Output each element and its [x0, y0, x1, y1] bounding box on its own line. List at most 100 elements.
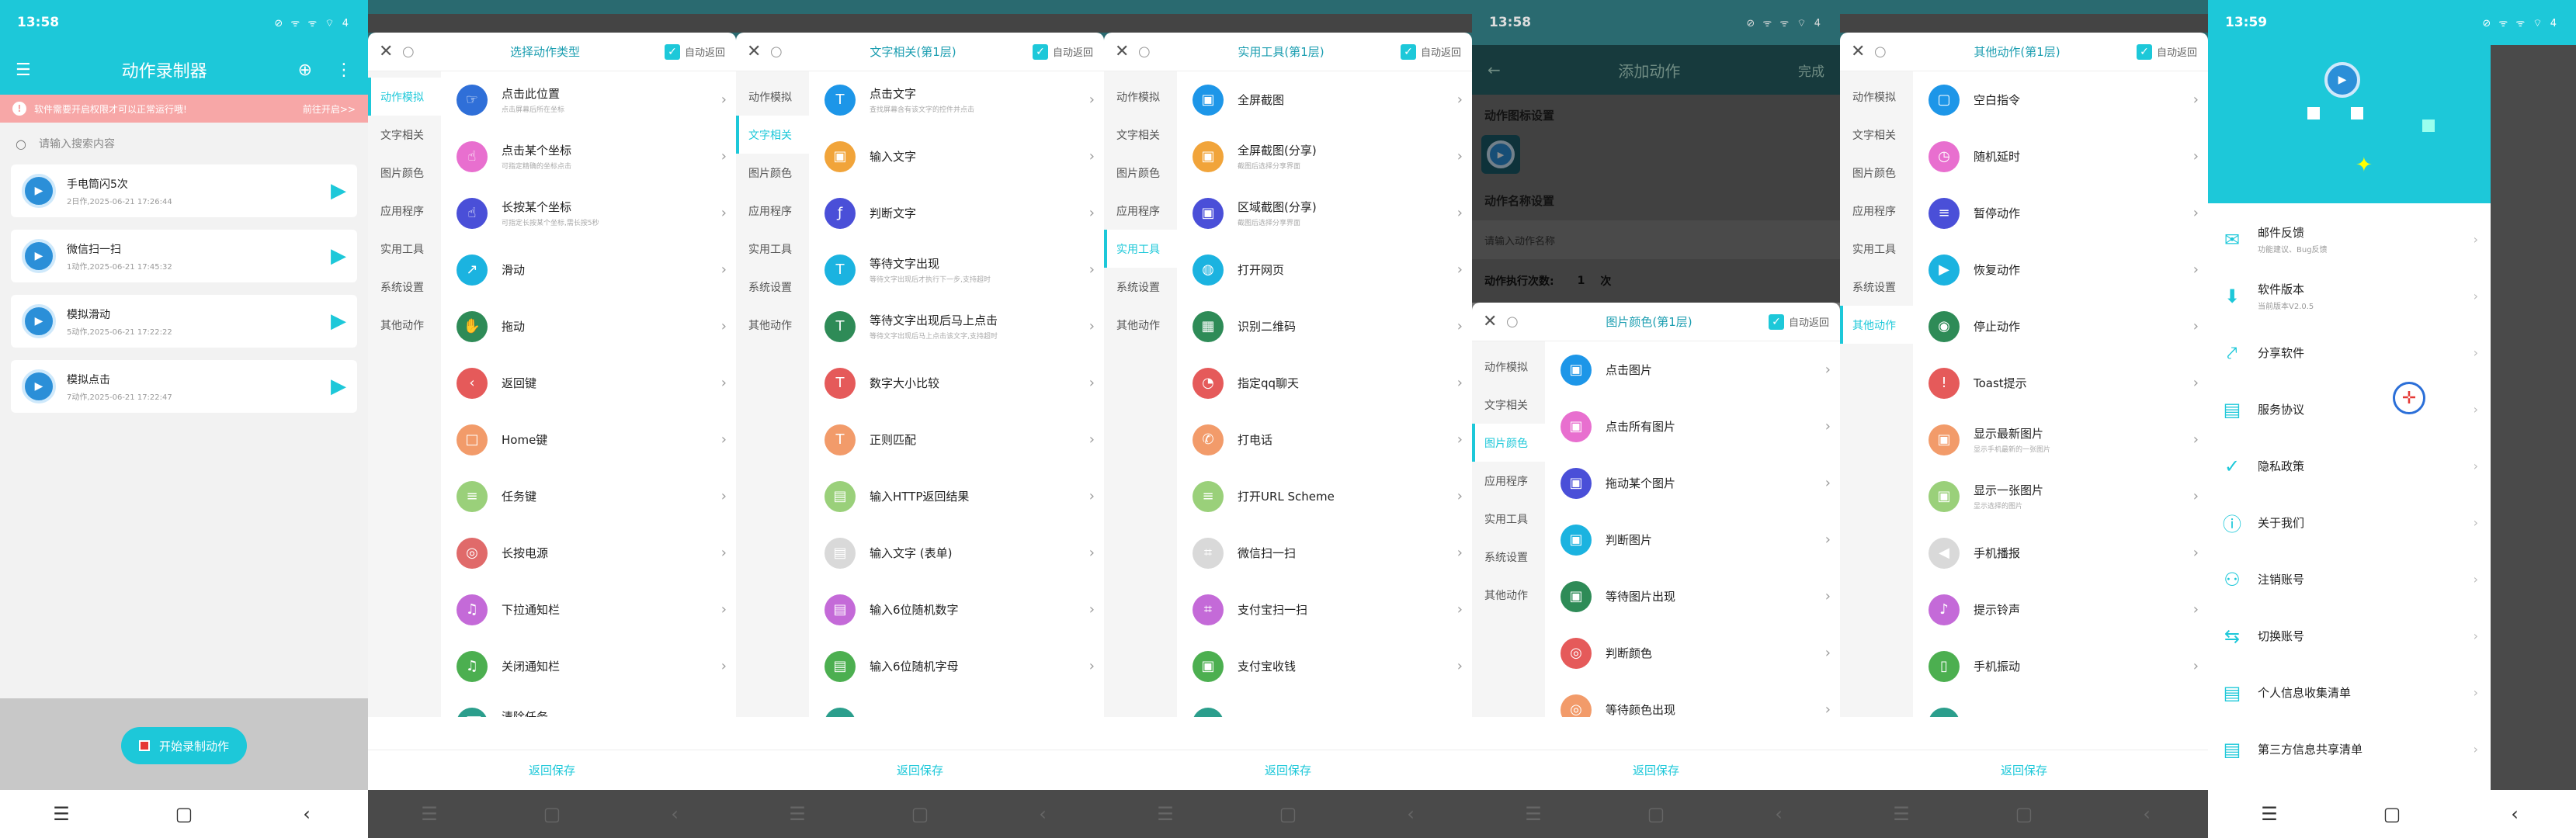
category-tab[interactable]: 动作模拟 [1472, 348, 1545, 386]
category-tab[interactable]: 动作模拟 [1840, 78, 1913, 116]
search-icon[interactable]: ○ [1874, 43, 1897, 60]
action-item[interactable]: ▣ 输入文字 › [809, 128, 1104, 185]
action-item[interactable]: ◎ 判断颜色 › [1545, 625, 1840, 681]
action-item[interactable]: T 等待文字出现后马上点击 等待文字出现后马上点击该文字,支持超时 › [809, 298, 1104, 355]
category-tab[interactable]: 其他动作 [736, 306, 809, 344]
record-card[interactable]: ▶ 微信扫一扫 1动作,2025-06-21 17:45:32 ▶ [11, 230, 357, 282]
action-item[interactable]: ▣ 显示一张图片 显示选择的图片 › [1913, 468, 2208, 525]
nav-menu-icon[interactable]: ☰ [774, 803, 821, 825]
record-card[interactable]: ▶ 手电筒闪5次 2日作,2025-06-21 17:26:44 ▶ [11, 164, 357, 217]
action-item[interactable]: ▣ 点击图片 › [1545, 341, 1840, 398]
action-item[interactable]: ▶ 恢复动作 › [1913, 241, 2208, 298]
category-tab[interactable]: 图片颜色 [368, 154, 441, 192]
category-tab[interactable]: 其他动作 [1840, 306, 1913, 344]
drawer-item[interactable]: ⤤ 分享软件 › [2208, 324, 2491, 381]
action-item[interactable]: ▦ 识别二维码 › [1177, 298, 1472, 355]
menu-icon[interactable]: ☰ [16, 61, 31, 80]
action-item[interactable]: □ Home键 › [441, 411, 736, 468]
action-item[interactable]: ▣ 支付宝付钱› [1177, 694, 1472, 717]
nav-back-icon[interactable]: ‹ [2491, 803, 2538, 825]
drawer-item[interactable]: ▤ 服务协议 › [2208, 381, 2491, 438]
category-tab[interactable]: 动作模拟 [368, 78, 441, 116]
action-item[interactable]: ▣ 支付宝收钱 › [1177, 638, 1472, 694]
nav-home-icon[interactable]: ▢ [1633, 803, 1679, 825]
nav-back-icon[interactable]: ‹ [2123, 803, 2170, 825]
action-item[interactable]: ⌗ 支付宝扫一扫 › [1177, 581, 1472, 638]
record-card[interactable]: ▶ 模拟滑动 5动作,2025-06-21 17:22:22 ▶ [11, 295, 357, 348]
action-item[interactable]: ☝ 长按某个坐标 可指定长按某个坐标,需长按5秒 › [441, 185, 736, 241]
category-tab[interactable]: 系统设置 [1472, 538, 1545, 576]
action-item[interactable]: ☞ 点击此位置 点击屏幕后所在坐标 › [441, 71, 736, 128]
action-item[interactable]: T 正则匹配 › [809, 411, 1104, 468]
action-item[interactable]: ▤ 输入HTTP返回结果 › [809, 468, 1104, 525]
nav-menu-icon[interactable]: ☰ [1878, 803, 1925, 825]
auto-return-checkbox[interactable]: ✓ [664, 43, 680, 60]
search-icon[interactable]: ○ [770, 43, 793, 60]
close-icon[interactable]: ✕ [1483, 312, 1506, 331]
nav-menu-icon[interactable]: ☰ [38, 803, 85, 825]
category-tab[interactable]: 文字相关 [1472, 386, 1545, 424]
nav-back-icon[interactable]: ‹ [1387, 803, 1434, 825]
return-save-button[interactable]: 返回保存 [368, 750, 736, 790]
category-tab[interactable]: 系统设置 [1840, 268, 1913, 306]
category-tab[interactable]: 实用工具 [368, 230, 441, 268]
return-save-button[interactable]: 返回保存 [1840, 750, 2208, 790]
action-item[interactable]: ▤ 顺序文本库› [809, 694, 1104, 717]
action-item[interactable]: ↗ 滑动 › [441, 241, 736, 298]
return-save-button[interactable]: 返回保存 [736, 750, 1104, 790]
close-icon[interactable]: ✕ [1851, 42, 1874, 61]
action-item[interactable]: ✆ 打电话 › [1177, 411, 1472, 468]
drawer-item[interactable]: ▤ 第三方信息共享清单 › [2208, 721, 2491, 777]
action-item[interactable]: ▣ 显示最新图片 显示手机最新的一张图片 › [1913, 411, 2208, 468]
category-tab[interactable]: 实用工具 [1840, 230, 1913, 268]
action-item[interactable]: T 点击文字 查找屏幕含有该文字的控件并点击 › [809, 71, 1104, 128]
nav-home-icon[interactable]: ▢ [897, 803, 943, 825]
category-tab[interactable]: 实用工具 [1104, 230, 1177, 268]
nav-menu-icon[interactable]: ☰ [2246, 803, 2293, 825]
nav-home-icon[interactable]: ▢ [161, 803, 207, 825]
close-icon[interactable]: ✕ [1115, 42, 1138, 61]
action-item[interactable]: ◎ 长按电源 › [441, 525, 736, 581]
action-item[interactable]: T 等待文字出现 等待文字出现后才执行下一步,支持超时 › [809, 241, 1104, 298]
nav-back-icon[interactable]: ‹ [1019, 803, 1066, 825]
more-icon[interactable]: ⋮ [335, 61, 352, 80]
action-item[interactable]: ⌗ 微信扫一扫 › [1177, 525, 1472, 581]
auto-return-checkbox[interactable]: ✓ [2136, 43, 2152, 60]
category-tab[interactable]: 文字相关 [736, 116, 809, 154]
action-item[interactable]: ≡ 任务键 › [441, 468, 736, 525]
action-item[interactable]: ◔ 指定qq聊天 › [1177, 355, 1472, 411]
floating-target-icon[interactable]: ✛ [2393, 382, 2425, 414]
action-item[interactable]: ▯ 手机振动 › [1913, 638, 2208, 694]
action-item[interactable]: ≡ 打开URL Scheme › [1177, 468, 1472, 525]
category-tab[interactable]: 文字相关 [1840, 116, 1913, 154]
action-item[interactable]: ✎ 手电筒闪烁› [1913, 694, 2208, 717]
nav-back-icon[interactable]: ‹ [651, 803, 698, 825]
action-item[interactable]: ▣ 拖动某个图片 › [1545, 455, 1840, 511]
drawer-item[interactable]: ✉ 邮件反馈 功能建议、Bug反馈 › [2208, 211, 2491, 268]
category-tab[interactable]: 应用程序 [368, 192, 441, 230]
permission-banner[interactable]: ! 软件需要开启权限才可以正常运行哦! 前往开启>> [0, 95, 368, 123]
banner-link[interactable]: 前往开启>> [303, 102, 356, 116]
category-tab[interactable]: 应用程序 [1840, 192, 1913, 230]
category-tab[interactable]: 系统设置 [1104, 268, 1177, 306]
drawer-item[interactable]: ⚇ 注销账号 › [2208, 551, 2491, 608]
action-item[interactable]: T 数字大小比较 › [809, 355, 1104, 411]
category-tab[interactable]: 图片颜色 [1840, 154, 1913, 192]
drawer-item[interactable]: ⬇ 软件版本 当前版本V2.0.5 › [2208, 268, 2491, 324]
nav-back-icon[interactable]: ‹ [1755, 803, 1802, 825]
drawer-item[interactable]: ✓ 隐私政策 › [2208, 438, 2491, 494]
category-tab[interactable]: 图片颜色 [1472, 424, 1545, 462]
nav-home-icon[interactable]: ▢ [529, 803, 575, 825]
play-button-icon[interactable]: ▶ [331, 179, 346, 203]
scrim[interactable] [2491, 45, 2576, 790]
action-item[interactable]: ▣ 全屏截图(分享) 截图后选择分享界面 › [1177, 128, 1472, 185]
action-item[interactable]: ≡ 暂停动作 › [1913, 185, 2208, 241]
action-item[interactable]: ▣ 点击所有图片 › [1545, 398, 1840, 455]
return-save-button[interactable]: 返回保存 [1472, 750, 1840, 790]
close-icon[interactable]: ✕ [379, 42, 402, 61]
play-button-icon[interactable]: ▶ [331, 244, 346, 268]
category-tab[interactable]: 文字相关 [1104, 116, 1177, 154]
record-card[interactable]: ▶ 模拟点击 7动作,2025-06-21 17:22:47 ▶ [11, 360, 357, 413]
auto-return-checkbox[interactable]: ✓ [1768, 313, 1784, 330]
action-item[interactable]: ⌫清除任务模拟打开任务中心一键清除› [441, 694, 736, 717]
